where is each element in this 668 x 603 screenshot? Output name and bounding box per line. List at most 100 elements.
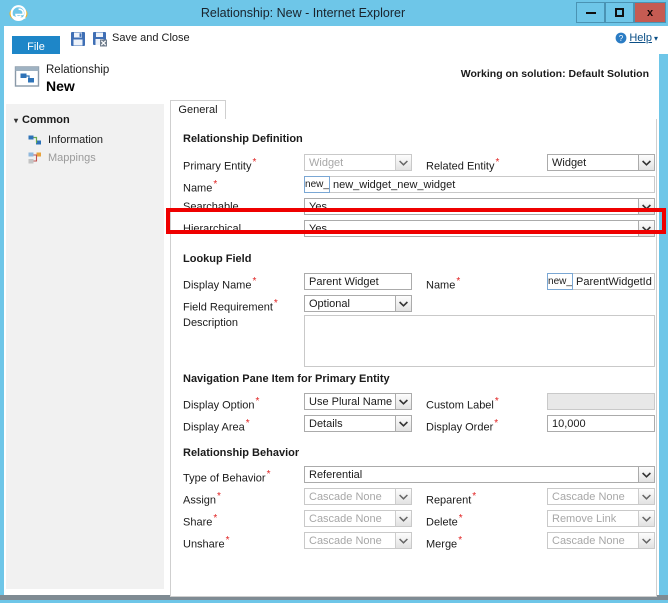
required-marker: * xyxy=(458,535,462,546)
lookup-name-input[interactable]: ParentWidgetId xyxy=(573,273,655,290)
display-option-select[interactable]: Use Plural Name xyxy=(304,393,412,410)
entity-header: Relationship New Working on solution: De… xyxy=(4,54,659,100)
primary-entity-value: Widget xyxy=(309,157,343,169)
chevron-down-icon[interactable] xyxy=(638,155,654,170)
chevron-down-icon[interactable] xyxy=(638,467,654,482)
chevron-down-icon[interactable] xyxy=(395,489,411,504)
section-title-relationship-behavior: Relationship Behavior xyxy=(183,447,299,459)
label-display-area: Display Area* xyxy=(183,418,250,434)
help-label[interactable]: Help xyxy=(629,32,652,44)
label-lookup-name: Name* xyxy=(426,276,460,292)
label-delete: Delete* xyxy=(426,513,463,529)
required-marker: * xyxy=(226,535,230,546)
chevron-down-icon[interactable] xyxy=(638,489,654,504)
display-name-input[interactable]: Parent Widget xyxy=(304,273,412,290)
tab-strip: General xyxy=(170,100,657,120)
help-button[interactable]: ? Help ▾ xyxy=(615,32,658,44)
chevron-down-icon[interactable] xyxy=(395,394,411,409)
display-name-value: Parent Widget xyxy=(309,276,379,288)
label-name: Name* xyxy=(183,179,217,195)
sidebar-item-mappings[interactable]: Mappings xyxy=(28,151,96,165)
required-marker: * xyxy=(252,157,256,168)
help-icon: ? xyxy=(615,32,627,44)
required-marker: * xyxy=(274,298,278,309)
related-entity-select[interactable]: Widget xyxy=(547,154,655,171)
chevron-down-icon[interactable] xyxy=(395,416,411,431)
type-of-behavior-select[interactable]: Referential xyxy=(304,466,655,483)
display-area-value: Details xyxy=(309,418,343,430)
label-share: Share* xyxy=(183,513,217,529)
share-value: Cascade None xyxy=(309,513,382,525)
name-input[interactable]: new_widget_new_widget xyxy=(330,176,655,193)
save-and-close-icon[interactable] xyxy=(92,31,108,47)
description-textarea[interactable] xyxy=(304,315,655,367)
unshare-select[interactable]: Cascade None xyxy=(304,532,412,549)
nav-group-common[interactable]: ▾ Common xyxy=(14,114,70,126)
relationship-name-field[interactable]: new_ new_widget_new_widget xyxy=(304,176,655,193)
delete-select[interactable]: Remove Link xyxy=(547,510,655,527)
display-area-select[interactable]: Details xyxy=(304,415,412,432)
tab-general[interactable]: General xyxy=(170,100,226,120)
related-entity-value: Widget xyxy=(552,157,586,169)
mappings-icon xyxy=(28,151,42,165)
section-title-navigation-pane: Navigation Pane Item for Primary Entity xyxy=(183,373,390,385)
nav-group-label: Common xyxy=(22,114,70,126)
section-title-relationship-definition: Relationship Definition xyxy=(183,133,303,145)
required-marker: * xyxy=(267,469,271,480)
type-of-behavior-value: Referential xyxy=(309,469,362,481)
reparent-select[interactable]: Cascade None xyxy=(547,488,655,505)
primary-entity-select[interactable]: Widget xyxy=(304,154,412,171)
chevron-down-icon[interactable] xyxy=(395,155,411,170)
required-marker: * xyxy=(252,276,256,287)
window-title: Relationship: New - Internet Explorer xyxy=(28,6,668,20)
svg-text:?: ? xyxy=(619,34,624,43)
assign-select[interactable]: Cascade None xyxy=(304,488,412,505)
required-marker: * xyxy=(472,491,476,502)
label-display-name: Display Name* xyxy=(183,276,256,292)
chevron-down-icon[interactable] xyxy=(638,533,654,548)
form-panel: Relationship Definition Primary Entity* … xyxy=(170,119,657,597)
chevron-down-icon[interactable] xyxy=(395,511,411,526)
left-navigation: ▾ Common Information xyxy=(6,104,164,589)
share-select[interactable]: Cascade None xyxy=(304,510,412,527)
title-bar: Relationship: New - Internet Explorer x xyxy=(0,0,668,26)
unshare-value: Cascade None xyxy=(309,535,382,547)
label-type-of-behavior: Type of Behavior* xyxy=(183,469,270,485)
internet-explorer-icon xyxy=(8,3,28,23)
label-custom-label: Custom Label* xyxy=(426,396,499,412)
sidebar-item-information[interactable]: Information xyxy=(28,133,103,147)
chevron-down-icon[interactable] xyxy=(395,533,411,548)
window-controls: x xyxy=(576,2,666,23)
solution-context-label: Working on solution: Default Solution xyxy=(461,68,649,80)
chevron-down-icon[interactable] xyxy=(638,511,654,526)
minimize-button[interactable] xyxy=(576,2,605,23)
chevron-down-icon[interactable] xyxy=(395,296,411,311)
field-requirement-select[interactable]: Optional xyxy=(304,295,412,312)
required-marker: * xyxy=(213,179,217,190)
entity-kind-label: Relationship xyxy=(46,64,109,76)
section-title-lookup-field: Lookup Field xyxy=(183,253,251,265)
chevron-down-icon[interactable]: ▾ xyxy=(654,34,658,43)
display-order-input[interactable]: 10,000 xyxy=(547,415,655,432)
label-unshare: Unshare* xyxy=(183,535,229,551)
merge-select[interactable]: Cascade None xyxy=(547,532,655,549)
ie-window: Relationship: New - Internet Explorer x … xyxy=(0,0,668,600)
label-field-requirement: Field Requirement* xyxy=(183,298,278,314)
save-icon[interactable] xyxy=(70,31,86,47)
custom-label-input[interactable] xyxy=(547,393,655,410)
label-description: Description xyxy=(183,317,238,329)
name-prefix: new_ xyxy=(304,176,330,193)
label-reparent: Reparent* xyxy=(426,491,476,507)
sidebar-item-mappings-label: Mappings xyxy=(48,152,96,164)
maximize-button[interactable] xyxy=(605,2,634,23)
close-button[interactable]: x xyxy=(634,2,666,23)
required-marker: * xyxy=(494,418,498,429)
required-marker: * xyxy=(256,396,260,407)
assign-value: Cascade None xyxy=(309,491,382,503)
display-option-value: Use Plural Name xyxy=(309,396,392,408)
delete-value: Remove Link xyxy=(552,513,616,525)
save-and-close-label[interactable]: Save and Close xyxy=(112,32,190,44)
lookup-name-field[interactable]: new_ ParentWidgetId xyxy=(547,273,655,290)
entity-name-label: New xyxy=(46,78,75,94)
expand-triangle-icon[interactable]: ▾ xyxy=(14,116,18,125)
